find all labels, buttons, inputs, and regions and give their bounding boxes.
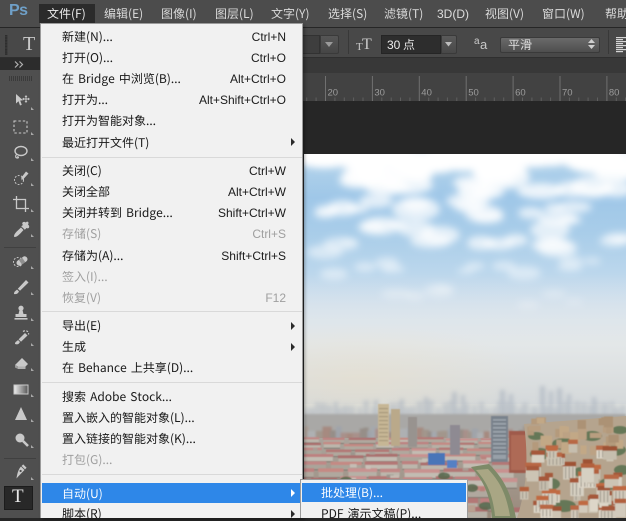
- svg-text:30: 30: [374, 88, 385, 99]
- svg-text:20: 20: [328, 88, 339, 99]
- svg-text:50: 50: [468, 88, 479, 99]
- svg-text:70: 70: [562, 88, 573, 99]
- svg-text:40: 40: [421, 88, 432, 99]
- svg-text:80: 80: [609, 88, 620, 99]
- svg-text:60: 60: [515, 88, 526, 99]
